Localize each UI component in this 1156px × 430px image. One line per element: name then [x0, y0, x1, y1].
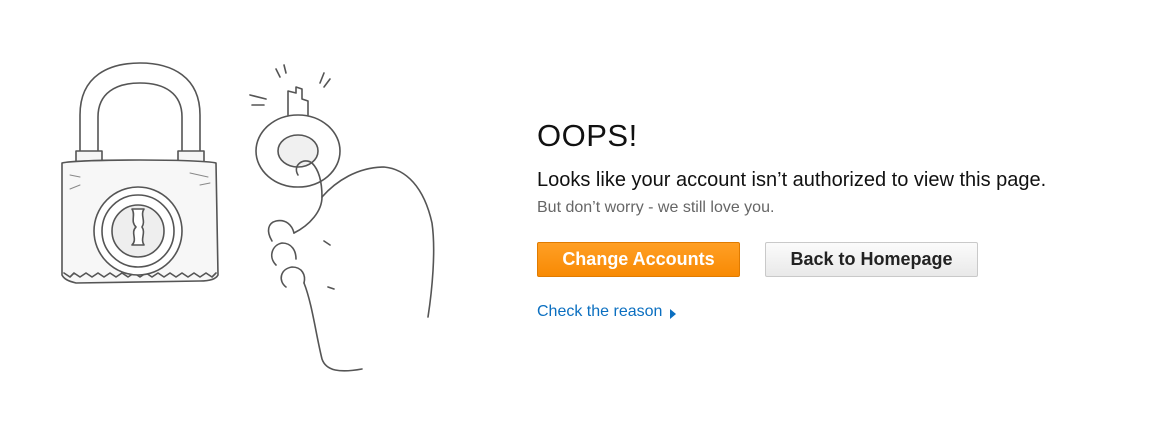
illustration [61, 62, 435, 372]
action-buttons: Change Accounts Back to Homepage [537, 242, 1137, 277]
page-title: OOPS! [537, 118, 638, 153]
error-content: OOPS! Looks like your account isn’t auth… [537, 118, 1137, 321]
check-reason-label: Check the reason [537, 303, 663, 320]
padlock-icon [61, 62, 219, 284]
arrow-right-icon [670, 308, 677, 319]
back-to-homepage-button[interactable]: Back to Homepage [765, 242, 978, 277]
error-submessage: But don’t worry - we still love you. [537, 199, 775, 216]
change-accounts-button[interactable]: Change Accounts [537, 242, 740, 277]
hand-holding-key-icon [249, 64, 435, 372]
error-message: Looks like your account isn’t authorized… [537, 169, 1047, 191]
check-reason-link[interactable]: Check the reason [537, 303, 677, 321]
error-page: OOPS! Looks like your account isn’t auth… [0, 0, 1156, 430]
